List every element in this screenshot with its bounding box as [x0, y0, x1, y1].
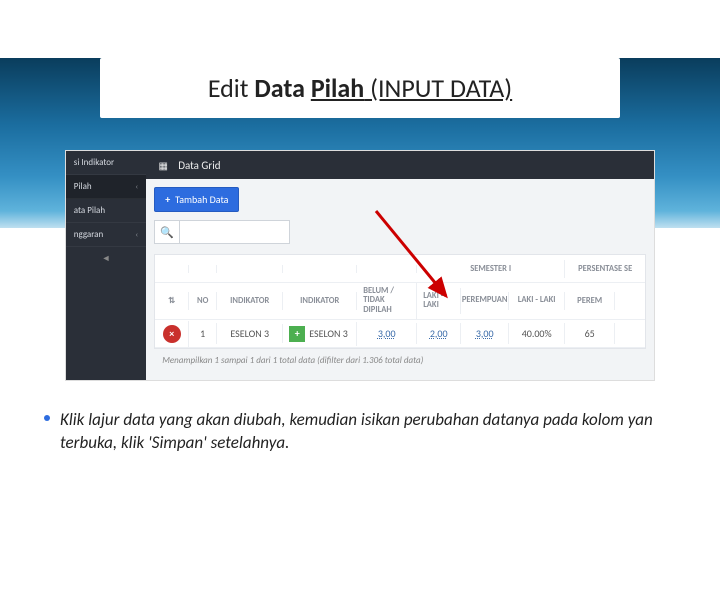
title-part-3: Pilah: [311, 72, 364, 104]
grid-icon: ▦: [156, 158, 170, 172]
main-panel: ▦ Data Grid + Tambah Data 🔍: [146, 151, 654, 380]
row-delete-cell: ×: [155, 321, 189, 347]
sort-toggle[interactable]: ⇅: [155, 292, 189, 310]
sidebar: si Indikator Pilah ‹ ata Pilah nggaran ‹…: [66, 151, 146, 380]
sidebar-item-anggaran[interactable]: nggaran ‹: [66, 223, 146, 247]
col-belum[interactable]: BELUM / TIDAK DIPILAH: [357, 283, 417, 319]
cell-indikator-2[interactable]: + ESELON 3: [283, 322, 357, 346]
sidebar-item-data-pilah[interactable]: ata Pilah: [66, 199, 146, 223]
app-screenshot: si Indikator Pilah ‹ ata Pilah nggaran ‹…: [65, 150, 655, 381]
sidebar-item-indikator[interactable]: si Indikator: [66, 151, 146, 175]
grid-group-header: SEMESTER I PERSENTASE SE: [155, 255, 645, 283]
slide-title: Edit Data Pilah (INPUT DATA): [100, 58, 620, 118]
grid-column-header: ⇅ NO INDIKATOR INDIKATOR BELUM / TIDAK D…: [155, 283, 645, 320]
chevron-left-icon: ‹: [135, 230, 138, 240]
cell-perempuan-1[interactable]: 3,00: [461, 323, 509, 344]
slide-caption: Klik lajur data yang akan diubah, kemudi…: [60, 409, 660, 455]
title-part-1: Edit: [208, 72, 255, 104]
title-part-2: Data: [254, 72, 310, 104]
col-indikator-2[interactable]: INDIKATOR: [283, 292, 357, 310]
search-bar: 🔍: [154, 220, 646, 244]
col-laki-1[interactable]: LAKI - LAKI: [417, 288, 461, 315]
sidebar-collapse-button[interactable]: ◄: [66, 247, 146, 270]
delete-row-button[interactable]: ×: [163, 325, 181, 343]
search-button[interactable]: 🔍: [154, 220, 180, 244]
search-input[interactable]: [180, 220, 290, 244]
plus-icon: +: [165, 193, 170, 206]
close-icon: ×: [169, 327, 174, 340]
cell-laki-1[interactable]: 2,00: [417, 323, 461, 344]
add-data-button[interactable]: + Tambah Data: [154, 187, 239, 212]
chevron-left-icon: ‹: [135, 182, 138, 192]
group-header-persentase: PERSENTASE SE: [565, 260, 645, 278]
col-laki-2[interactable]: LAKI - LAKI: [509, 292, 565, 309]
sidebar-item-label: si Indikator: [74, 157, 114, 168]
plus-icon: +: [295, 327, 300, 340]
cell-laki-2[interactable]: 40.00%: [509, 323, 565, 344]
col-perempuan-1[interactable]: PEREMPUAN: [461, 292, 509, 309]
cell-indikator-2-label: ESELON 3: [309, 328, 348, 339]
sidebar-item-pilah[interactable]: Pilah ‹: [66, 175, 146, 199]
sidebar-item-label: ata Pilah: [74, 205, 105, 216]
data-grid: SEMESTER I PERSENTASE SE ⇅ NO INDIKATOR …: [154, 254, 646, 349]
col-no[interactable]: NO: [189, 292, 217, 310]
panel-body: + Tambah Data 🔍 SEMESTER I PERSENTASE SE: [146, 179, 654, 380]
title-part-4: (INPUT DATA): [364, 72, 512, 104]
table-row[interactable]: × 1 ESELON 3 + ESELON 3 3,00 2,00 3,00 4…: [155, 320, 645, 348]
collapse-left-icon: ◄: [102, 253, 111, 264]
caption-text: Klik lajur data yang akan diubah, kemudi…: [60, 409, 653, 453]
grid-footer-status: Menampilkan 1 sampai 1 dari 1 total data…: [154, 349, 646, 372]
panel-header: ▦ Data Grid: [146, 151, 654, 179]
cell-belum[interactable]: 3,00: [357, 323, 417, 344]
panel-header-title: Data Grid: [178, 159, 220, 172]
cell-indikator[interactable]: ESELON 3: [217, 324, 283, 343]
sidebar-item-label: nggaran: [74, 229, 103, 240]
col-indikator[interactable]: INDIKATOR: [217, 292, 283, 310]
bullet-icon: [44, 415, 50, 421]
cell-perem-2[interactable]: 65: [565, 323, 615, 344]
col-perem-2[interactable]: PEREM: [565, 292, 615, 310]
group-header-semester1: SEMESTER I: [417, 260, 565, 278]
sidebar-item-label: Pilah: [74, 181, 92, 192]
add-data-label: Tambah Data: [175, 193, 228, 206]
add-sub-button[interactable]: +: [289, 326, 305, 342]
search-icon: 🔍: [160, 226, 174, 239]
cell-no[interactable]: 1: [189, 323, 217, 344]
